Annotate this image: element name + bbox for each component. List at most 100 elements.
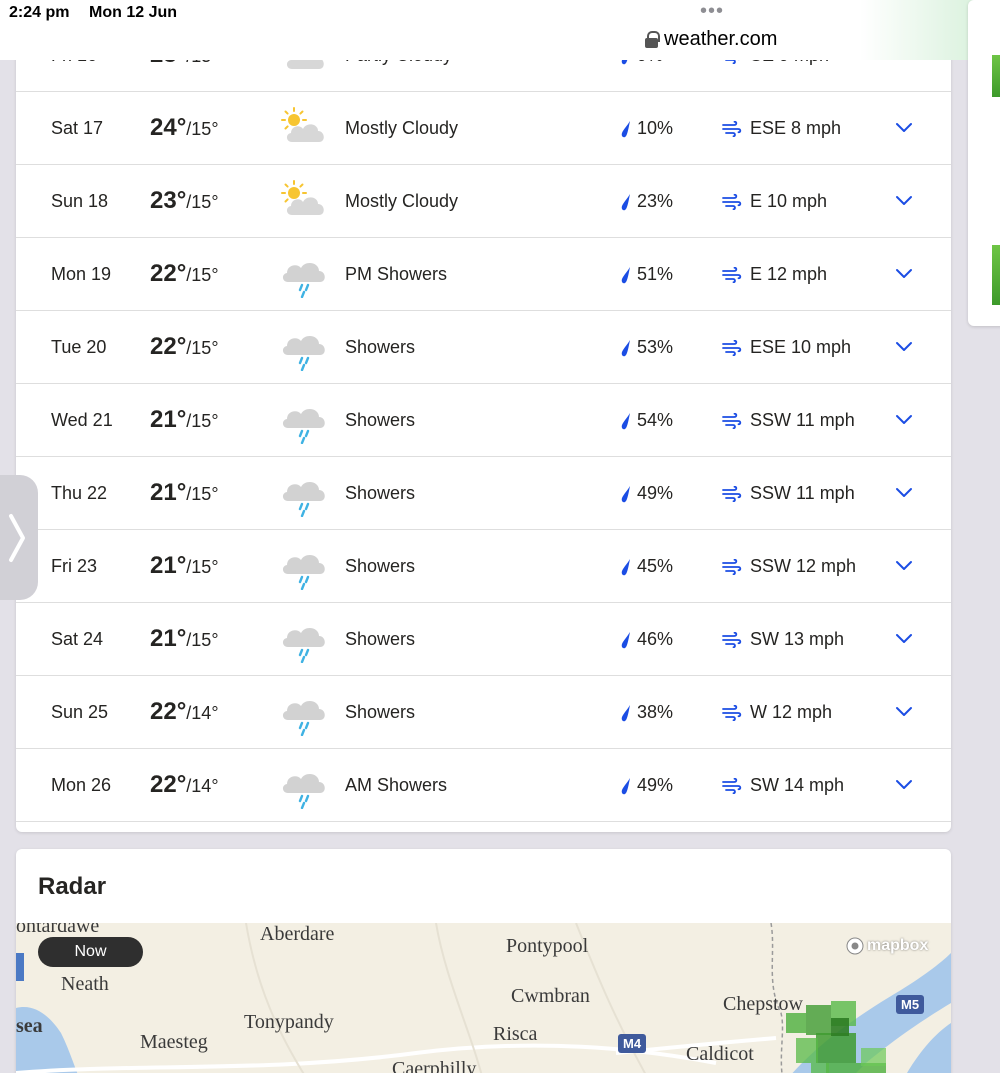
forecast-low: /15° (186, 119, 219, 139)
forecast-low: /15° (186, 338, 219, 358)
map-label-town: Maesteg (140, 1031, 208, 1053)
forecast-condition: Mostly Cloudy (345, 191, 459, 211)
raindrop-icon (621, 777, 630, 794)
forecast-row[interactable]: Mon 19 22°/15° PM Showers 51% E 12 mph (16, 238, 951, 311)
map-label-town: Pontypool (506, 935, 589, 957)
forecast-high: 22° (150, 260, 187, 287)
chevron-down-icon[interactable] (894, 702, 914, 722)
forecast-condition: Showers (345, 556, 416, 576)
forecast-row[interactable]: Sat 17 24°/15° Mostly Cloudy 10% ESE 8 mph (16, 92, 951, 165)
partly-cloudy-icon (281, 107, 324, 142)
chevron-down-icon[interactable] (894, 775, 914, 795)
wind-value: ESE 10 mph (750, 337, 852, 357)
road-badge-m5: M5 (896, 995, 925, 1014)
rain-cloud-icon (282, 262, 325, 298)
raindrop-icon (621, 412, 630, 429)
more-options-dots[interactable]: ••• (700, 0, 724, 23)
forecast-temp: 23°/15° (150, 187, 219, 215)
map-label-town: ontardawe (16, 923, 100, 937)
forecast-condition: Mostly Cloudy (345, 118, 459, 138)
forecast-temp: 21°/15° (150, 479, 219, 507)
radar-now-button[interactable]: Now (38, 937, 143, 967)
forecast-temp: 24°/15° (150, 114, 219, 142)
forecast-day: Sat 24 (51, 629, 104, 649)
wind-value: W 12 mph (750, 702, 833, 722)
forecast-row[interactable]: Wed 21 21°/15° Showers 54% SSW 11 mph (16, 384, 951, 457)
forecast-precip: 49% (620, 483, 673, 504)
wind-icon (722, 193, 742, 210)
mapbox-label: mapbox (867, 937, 929, 954)
side-panel-partial (968, 0, 1000, 326)
forecast-day: Sun 25 (51, 702, 109, 722)
wind-value: SSW 11 mph (750, 483, 855, 503)
raindrop-icon (621, 120, 630, 137)
forecast-row[interactable]: Tue 20 22°/15° Showers 53% ESE 10 mph (16, 311, 951, 384)
forecast-day: Wed 21 (51, 410, 113, 430)
forecast-precip: 54% (620, 410, 673, 431)
chevron-right-icon (9, 514, 25, 562)
forecast-high: 24° (150, 114, 187, 141)
forecast-wind: W 12 mph (722, 702, 832, 723)
forecast-low: /15° (186, 484, 219, 504)
chevron-down-icon[interactable] (894, 629, 914, 649)
chevron-down-icon[interactable] (894, 191, 914, 211)
forecast-temp: 22°/15° (150, 260, 219, 288)
raindrop-icon (621, 485, 630, 502)
map-label-town: Caldicot (686, 1043, 754, 1065)
chevron-down-icon[interactable] (894, 264, 914, 284)
forecast-day: Mon 19 (51, 264, 112, 284)
forecast-day: Tue 20 (51, 337, 107, 357)
precip-value: 49% (637, 483, 674, 503)
forecast-low: /15° (186, 192, 219, 212)
raindrop-icon (621, 339, 630, 356)
forecast-precip: 53% (620, 337, 673, 358)
forecast-precip: 45% (620, 556, 673, 577)
forecast-row[interactable]: Sun 18 23°/15° Mostly Cloudy 23% E 10 mph (16, 165, 951, 238)
wind-value: SSW 11 mph (750, 410, 855, 430)
forecast-wind: E 12 mph (722, 264, 827, 285)
map-label-town: Caerphilly (392, 1058, 477, 1073)
side-drawer-handle[interactable] (0, 475, 38, 600)
wind-value: SSW 12 mph (750, 556, 857, 576)
raindrop-icon (621, 631, 630, 648)
forecast-row[interactable]: Mon 26 22°/14° AM Showers 49% SW 14 mph (16, 749, 951, 822)
forecast-condition: Showers (345, 410, 416, 430)
precip-value: 10% (637, 118, 674, 138)
precip-value: 51% (637, 264, 674, 284)
forecast-row[interactable]: Thu 22 21°/15° Showers 49% SSW 11 mph (16, 457, 951, 530)
forecast-precip: 10% (620, 118, 673, 139)
forecast-condition: AM Showers (345, 775, 448, 795)
forecast-condition: Showers (345, 483, 416, 503)
precip-value: 54% (637, 410, 674, 430)
forecast-row[interactable]: Fri 23 21°/15° Showers 45% SSW 12 mph (16, 530, 951, 603)
forecast-precip: 51% (620, 264, 673, 285)
forecast-high: 21° (150, 406, 187, 433)
forecast-temp: 21°/15° (150, 406, 219, 434)
map-label-town: Aberdare (260, 923, 335, 945)
forecast-wind: E 10 mph (722, 191, 827, 212)
forecast-high: 22° (150, 771, 187, 798)
forecast-row[interactable]: Sat 24 21°/15° Showers 46% SW 13 mph (16, 603, 951, 676)
forecast-wind: ESE 8 mph (722, 118, 841, 139)
precip-value: 46% (637, 629, 674, 649)
wind-value: SW 14 mph (750, 775, 845, 795)
chevron-down-icon[interactable] (894, 118, 914, 138)
chevron-down-icon[interactable] (894, 556, 914, 576)
forecast-precip: 46% (620, 629, 673, 650)
mapbox-logo-icon (846, 937, 864, 955)
forecast-high: 21° (150, 479, 187, 506)
chevron-down-icon[interactable] (894, 483, 914, 503)
status-time: 2:24 pm (9, 4, 70, 21)
wind-icon (722, 631, 742, 648)
forecast-temp: 21°/15° (150, 625, 219, 653)
forecast-precip: 38% (620, 702, 673, 723)
forecast-precip: 23% (620, 191, 673, 212)
mapbox-attribution[interactable]: mapbox (846, 937, 928, 955)
forecast-row[interactable]: Sun 25 22°/14° Showers 38% W 12 mph (16, 676, 951, 749)
forecast-low: /14° (186, 776, 219, 796)
radar-map[interactable]: ontardawe Aberdare Pontypool Neath Cwmbr… (16, 923, 951, 1073)
chevron-down-icon[interactable] (894, 410, 914, 430)
address-bar[interactable]: weather.com (645, 28, 777, 51)
wind-icon (722, 704, 742, 721)
chevron-down-icon[interactable] (894, 337, 914, 357)
